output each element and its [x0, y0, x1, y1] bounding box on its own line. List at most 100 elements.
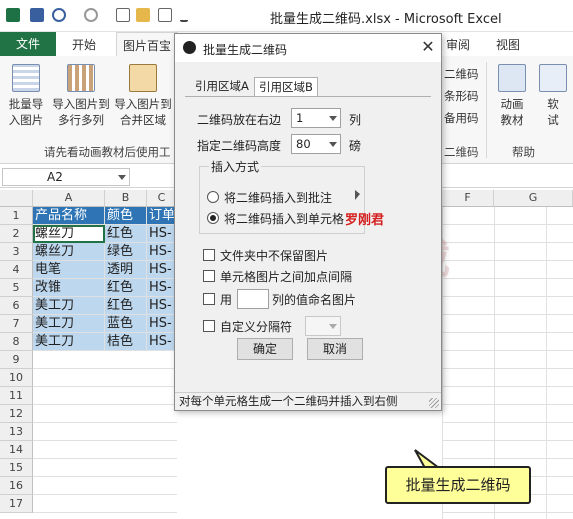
- row-header[interactable]: 12: [0, 405, 33, 423]
- position-select[interactable]: 1: [291, 108, 341, 128]
- table-cell[interactable]: 美工刀: [33, 297, 105, 315]
- backup-code-item[interactable]: 备用码: [444, 110, 479, 126]
- select-all-corner[interactable]: [0, 190, 33, 207]
- window-title: 批量生成二维码.xlsx - Microsoft Excel: [270, 12, 502, 27]
- ribbon-extra-button[interactable]: 软 试: [538, 64, 568, 128]
- resize-grip-icon[interactable]: [429, 398, 439, 408]
- row-header[interactable]: 16: [0, 477, 33, 495]
- import-picture-button[interactable]: 批量导 入图片: [4, 64, 48, 128]
- column-header-g[interactable]: G: [494, 190, 573, 207]
- row-header[interactable]: 5: [0, 279, 33, 297]
- radio-insert-cell[interactable]: [207, 212, 219, 224]
- column-header-f[interactable]: F: [442, 190, 494, 207]
- row-header[interactable]: 15: [0, 459, 33, 477]
- barcode-item[interactable]: 条形码: [444, 88, 479, 104]
- animation-tutorial-button[interactable]: 动画 教材: [492, 64, 532, 128]
- table-cell[interactable]: 螺丝刀: [33, 243, 105, 261]
- qr-code-item[interactable]: 二维码: [444, 66, 479, 82]
- row-header[interactable]: 6: [0, 297, 33, 315]
- undo-icon[interactable]: [52, 8, 66, 22]
- checkbox-name-by-column[interactable]: [203, 293, 215, 305]
- row-header[interactable]: 17: [0, 495, 33, 513]
- table-cell[interactable]: 电笔: [33, 261, 105, 279]
- separator-select[interactable]: [305, 316, 341, 336]
- radio-insert-comment-label[interactable]: 将二维码插入到批注: [224, 189, 332, 206]
- table-cell[interactable]: 美工刀: [33, 315, 105, 333]
- tab-reference-range-b[interactable]: 引用区域B: [254, 77, 318, 96]
- row-header[interactable]: 1: [0, 207, 33, 225]
- tab-view[interactable]: 视图: [496, 36, 520, 53]
- import-multi-grid-button[interactable]: 导入图片到 多行多列: [50, 64, 112, 128]
- table-header-cell[interactable]: 订单: [147, 207, 177, 225]
- import-picture-label-1: 批量导: [8, 97, 44, 111]
- row-header[interactable]: 2: [0, 225, 33, 243]
- checkbox-custom-separator[interactable]: [203, 320, 215, 332]
- checkbox-custom-separator-label[interactable]: 自定义分隔符: [220, 318, 292, 335]
- checkbox-add-spacing-label[interactable]: 单元格图片之间加点间隔: [220, 268, 352, 285]
- open-folder-icon[interactable]: [136, 8, 150, 22]
- row-header[interactable]: 8: [0, 333, 33, 351]
- table-cell[interactable]: 改锥: [33, 279, 105, 297]
- title-bar: 批量生成二维码.xlsx - Microsoft Excel: [0, 0, 573, 32]
- table-cell-active[interactable]: 螺丝刀: [33, 225, 105, 243]
- table-cell[interactable]: 红色: [105, 279, 147, 297]
- redo-icon[interactable]: [84, 8, 98, 22]
- row-header[interactable]: 11: [0, 387, 33, 405]
- radio-insert-cell-label[interactable]: 将二维码插入到单元格: [224, 210, 344, 227]
- checkbox-no-keep-pictures[interactable]: [203, 249, 215, 261]
- row-header[interactable]: 14: [0, 441, 33, 459]
- checkbox-no-keep-pictures-label[interactable]: 文件夹中不保留图片: [220, 247, 328, 264]
- table-cell[interactable]: HS-: [147, 315, 177, 333]
- table-cell[interactable]: HS-: [147, 333, 177, 351]
- name-box[interactable]: A2: [2, 168, 130, 186]
- table-cell[interactable]: HS-: [147, 297, 177, 315]
- tab-picture-toolbox[interactable]: 图片百宝: [116, 32, 179, 56]
- checkbox-add-spacing[interactable]: [203, 270, 215, 282]
- empty-cells-area-left[interactable]: [33, 351, 177, 519]
- name-column-input[interactable]: [237, 289, 269, 309]
- save-icon[interactable]: [30, 8, 44, 22]
- tab-home[interactable]: 开始: [72, 36, 96, 53]
- table-header-cell[interactable]: 颜色: [105, 207, 147, 225]
- import-merge-area-button[interactable]: 导入图片到 合并区域: [112, 64, 174, 128]
- column-header-b[interactable]: B: [105, 190, 147, 207]
- table-cell[interactable]: 桔色: [105, 333, 147, 351]
- help-group-label: 帮助: [512, 145, 535, 159]
- table-cell[interactable]: 红色: [105, 297, 147, 315]
- table-cell[interactable]: 蓝色: [105, 315, 147, 333]
- column-header-c[interactable]: C: [147, 190, 177, 207]
- table-cell[interactable]: 透明: [105, 261, 147, 279]
- height-select[interactable]: 80: [291, 134, 341, 154]
- extra-label-2: 试: [547, 113, 559, 127]
- tab-file[interactable]: 文件: [0, 32, 56, 56]
- ok-button[interactable]: 确定: [237, 338, 293, 360]
- cancel-button[interactable]: 取消: [307, 338, 363, 360]
- checkbox-name-by-column-prefix[interactable]: 用: [220, 291, 232, 308]
- column-header-a[interactable]: A: [33, 190, 105, 207]
- table-cell[interactable]: HS-: [147, 243, 177, 261]
- dialog-title-bar[interactable]: 批量生成二维码 ✕: [175, 34, 441, 62]
- checkbox-name-by-column-suffix[interactable]: 列的值命名图片: [272, 291, 356, 308]
- close-icon[interactable]: ✕: [419, 37, 437, 56]
- table-header-cell[interactable]: 产品名称: [33, 207, 105, 225]
- tab-reference-range-a[interactable]: 引用区域A: [191, 77, 253, 96]
- table-cell[interactable]: HS-: [147, 225, 177, 243]
- row-header[interactable]: 9: [0, 351, 33, 369]
- row-header[interactable]: 3: [0, 243, 33, 261]
- table-cell[interactable]: 红色: [105, 225, 147, 243]
- table-cell[interactable]: HS-: [147, 279, 177, 297]
- radio-insert-comment[interactable]: [207, 191, 219, 203]
- name-box-dropdown-icon[interactable]: [118, 175, 126, 180]
- row-header[interactable]: 7: [0, 315, 33, 333]
- print-preview-icon[interactable]: [158, 8, 172, 22]
- row-header[interactable]: 10: [0, 369, 33, 387]
- row-header[interactable]: 4: [0, 261, 33, 279]
- excel-icon: [6, 8, 20, 22]
- table-cell[interactable]: 绿色: [105, 243, 147, 261]
- table-cell[interactable]: HS-: [147, 261, 177, 279]
- row-header[interactable]: 13: [0, 423, 33, 441]
- customize-qat-icon[interactable]: [180, 8, 188, 22]
- new-document-icon[interactable]: [116, 8, 130, 22]
- table-cell[interactable]: 美工刀: [33, 333, 105, 351]
- tab-review[interactable]: 审阅: [446, 36, 470, 53]
